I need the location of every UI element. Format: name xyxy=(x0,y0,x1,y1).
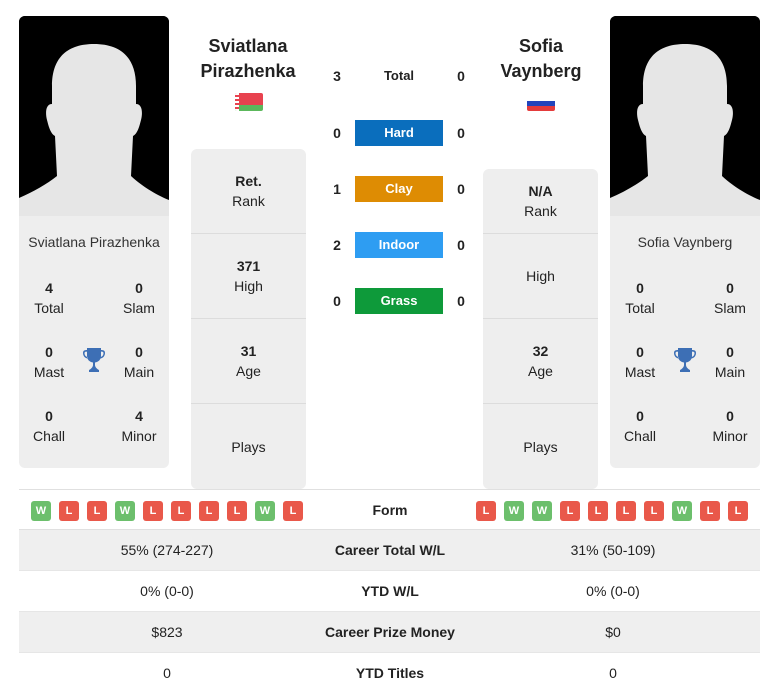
player1-minor-titles: 4 Minor xyxy=(121,408,157,444)
form-badge-loss[interactable]: L xyxy=(199,501,219,521)
player1-slam-titles: 0 Slam xyxy=(123,280,155,316)
h2h-grass-row: 0 Grass 0 xyxy=(320,288,480,314)
silhouette-icon xyxy=(19,16,169,216)
player1-plays: Plays xyxy=(231,438,266,455)
surface-badge-clay[interactable]: Clay xyxy=(355,176,443,202)
player1-rank: Ret. Rank xyxy=(191,149,306,234)
form-label: Form xyxy=(372,502,408,518)
form-badge-loss[interactable]: L xyxy=(560,501,580,521)
form-badge-loss[interactable]: L xyxy=(171,501,191,521)
player2-prize-money: $0 xyxy=(605,624,621,640)
player2-slam-titles: 0 Slam xyxy=(714,280,746,316)
player2-mast-titles: 0 Mast xyxy=(624,344,656,380)
player2-full-name: Sofia Vaynberg xyxy=(637,234,733,250)
form-badge-loss[interactable]: L xyxy=(616,501,636,521)
player1-age: 31 Age xyxy=(191,319,306,404)
form-badge-loss[interactable]: L xyxy=(227,501,247,521)
trophy-icon xyxy=(82,347,106,373)
h2h-clay-p1: 1 xyxy=(333,181,341,197)
player2-card: Sofia Vaynberg 0 Total 0 Slam 0 Mast 0 Main … xyxy=(610,216,760,468)
player2-plays: Plays xyxy=(523,438,558,455)
player1-rank-box: Ret. Rank 371 High 31 Age Plays xyxy=(191,149,306,489)
player2-rank-box: N/A Rank High 32 Age Plays xyxy=(483,169,598,489)
h2h-grass-p1: 0 xyxy=(333,293,341,309)
surface-badge-hard[interactable]: Hard xyxy=(355,120,443,146)
player2-total-titles: 0 Total xyxy=(625,280,655,316)
player1-chall-titles: 0 Chall xyxy=(33,408,65,444)
player2-ytd-titles: 0 xyxy=(609,665,617,681)
stat-row-ytd-titles: 0 YTD Titles 0 xyxy=(19,653,760,694)
player1-career-total-wl: 55% (274-227) xyxy=(120,542,214,558)
player1-high: 371 High xyxy=(191,234,306,319)
h2h-hard-row: 0 Hard 0 xyxy=(320,120,480,146)
player2-rank: N/A Rank xyxy=(483,169,598,234)
surface-badge-indoor[interactable]: Indoor xyxy=(355,232,443,258)
form-badge-win[interactable]: W xyxy=(504,501,524,521)
h2h-hard-p1: 0 xyxy=(333,125,341,141)
h2h-total-p1: 3 xyxy=(333,68,341,84)
surface-badge-grass[interactable]: Grass xyxy=(355,288,443,314)
player1-name[interactable]: Sviatlana Pirazhenka xyxy=(173,34,323,84)
h2h-total-label: Total xyxy=(383,68,415,83)
stat-label: Career Prize Money xyxy=(325,624,455,640)
h2h-clay-p2: 0 xyxy=(457,181,465,197)
player2-chall-titles: 0 Chall xyxy=(624,408,656,444)
form-badge-win[interactable]: W xyxy=(31,501,51,521)
h2h-grass-p2: 0 xyxy=(457,293,465,309)
h2h-total-row: 3 Total 0 xyxy=(320,63,480,89)
h2h-indoor-row: 2 Indoor 0 xyxy=(320,232,480,258)
form-badge-loss[interactable]: L xyxy=(143,501,163,521)
player1-card: Sviatlana Pirazhenka 4 Total 0 Slam 0 Mast … xyxy=(19,216,169,468)
form-badge-loss[interactable]: L xyxy=(588,501,608,521)
player1-full-name: Sviatlana Pirazhenka xyxy=(28,234,160,250)
form-badge-loss[interactable]: L xyxy=(476,501,496,521)
belarus-flag-icon xyxy=(235,93,263,111)
player1-photo xyxy=(19,16,169,216)
stat-row-prize-money: $823 Career Prize Money $0 xyxy=(19,612,760,653)
player1-prize-money: $823 xyxy=(151,624,183,640)
player2-name[interactable]: Sofia Vaynberg xyxy=(466,34,616,84)
stat-row-career-total: 55% (274-227) Career Total W/L 31% (50-1… xyxy=(19,530,760,571)
player1-ytd-wl: 0% (0-0) xyxy=(140,583,194,599)
player2-photo xyxy=(610,16,760,216)
player2-ytd-wl: 0% (0-0) xyxy=(586,583,640,599)
form-badge-win[interactable]: W xyxy=(255,501,275,521)
form-badge-loss[interactable]: L xyxy=(59,501,79,521)
silhouette-icon xyxy=(610,16,760,216)
trophy-icon xyxy=(673,347,697,373)
form-badge-loss[interactable]: L xyxy=(700,501,720,521)
form-badge-loss[interactable]: L xyxy=(87,501,107,521)
form-badge-loss[interactable]: L xyxy=(644,501,664,521)
player1-ytd-titles: 0 xyxy=(163,665,171,681)
player2-career-total-wl: 31% (50-109) xyxy=(570,542,656,558)
stat-label: YTD W/L xyxy=(361,583,419,599)
form-row: WLLWLLLLWL Form LWWLLLLWLL xyxy=(19,489,760,530)
form-badge-win[interactable]: W xyxy=(672,501,692,521)
player1-mast-titles: 0 Mast xyxy=(33,344,65,380)
form-badge-loss[interactable]: L xyxy=(728,501,748,521)
player2-high: High xyxy=(483,234,598,319)
player2-main-titles: 0 Main xyxy=(714,344,746,380)
stat-row-ytd-wl: 0% (0-0) YTD W/L 0% (0-0) xyxy=(19,571,760,612)
form-badge-loss[interactable]: L xyxy=(283,501,303,521)
player2-minor-titles: 0 Minor xyxy=(712,408,748,444)
stat-label: YTD Titles xyxy=(355,665,425,681)
player1-main-titles: 0 Main xyxy=(123,344,155,380)
form-badge-win[interactable]: W xyxy=(115,501,135,521)
h2h-indoor-p2: 0 xyxy=(457,237,465,253)
player2-age: 32 Age xyxy=(483,319,598,404)
russia-flag-icon xyxy=(527,97,555,111)
h2h-hard-p2: 0 xyxy=(457,125,465,141)
h2h-indoor-p1: 2 xyxy=(333,237,341,253)
player1-total-titles: 4 Total xyxy=(34,280,64,316)
form-badge-win[interactable]: W xyxy=(532,501,552,521)
h2h-clay-row: 1 Clay 0 xyxy=(320,176,480,202)
stat-label: Career Total W/L xyxy=(334,542,446,558)
